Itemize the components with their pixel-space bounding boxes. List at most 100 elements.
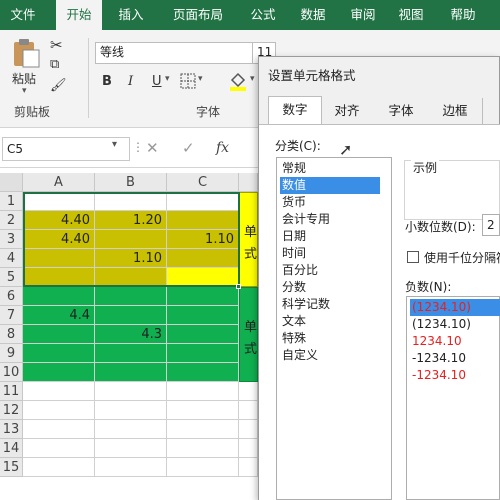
category-item[interactable]: 自定义 xyxy=(280,347,380,364)
tab-number[interactable]: 数字 xyxy=(268,96,322,125)
row-header[interactable]: 10 xyxy=(0,363,23,382)
italic-button[interactable]: I xyxy=(128,74,133,89)
cell-C14[interactable] xyxy=(167,439,239,458)
row-header[interactable]: 6 xyxy=(0,287,23,306)
tab-formulas[interactable]: 公式 xyxy=(240,0,286,30)
cell-A13[interactable] xyxy=(23,420,95,439)
cell-C2[interactable] xyxy=(167,211,239,230)
cell-D11[interactable] xyxy=(239,382,258,401)
cell-C15[interactable] xyxy=(167,458,239,477)
cell-A9[interactable] xyxy=(23,344,95,363)
font-name-select[interactable]: 等线 xyxy=(95,42,255,64)
tab-page-layout[interactable]: 页面布局 xyxy=(160,0,236,30)
category-item[interactable]: 分数 xyxy=(280,279,380,296)
decimal-places-input[interactable]: 2 xyxy=(482,214,500,236)
cell-C13[interactable] xyxy=(167,420,239,439)
cell-C3[interactable]: 1.10 xyxy=(167,230,239,249)
paste-button[interactable]: 粘贴 ▾ xyxy=(8,36,44,96)
category-item[interactable]: 特殊 xyxy=(280,330,380,347)
tab-insert[interactable]: 插入 xyxy=(108,0,154,30)
column-header[interactable]: B xyxy=(95,173,167,192)
column-header[interactable] xyxy=(239,173,258,192)
cell-B15[interactable] xyxy=(95,458,167,477)
negative-format-item[interactable]: (1234.10) xyxy=(410,316,500,333)
row-header[interactable]: 12 xyxy=(0,401,23,420)
tab-overflow[interactable] xyxy=(482,98,500,124)
thousands-separator-checkbox[interactable] xyxy=(407,251,419,263)
merged-cell-yellow[interactable]: 单 式 xyxy=(239,192,258,287)
cell-B11[interactable] xyxy=(95,382,167,401)
tab-help[interactable]: 帮助 xyxy=(440,0,486,30)
row-header[interactable]: 15 xyxy=(0,458,23,477)
cell-A14[interactable] xyxy=(23,439,95,458)
negative-format-item[interactable]: 1234.10 xyxy=(410,333,500,350)
column-header[interactable]: C xyxy=(167,173,239,192)
cell-C1[interactable] xyxy=(167,192,239,211)
negative-format-item[interactable]: -1234.10 xyxy=(410,350,500,367)
tab-home[interactable]: 开始 xyxy=(56,0,102,30)
cell-A11[interactable] xyxy=(23,382,95,401)
category-item[interactable]: 文本 xyxy=(280,313,380,330)
cell-D13[interactable] xyxy=(239,420,258,439)
cell-B6[interactable] xyxy=(95,287,167,306)
cell-C4[interactable] xyxy=(167,249,239,268)
tab-alignment[interactable]: 对齐 xyxy=(324,98,370,124)
tab-border[interactable]: 边框 xyxy=(432,98,478,124)
cell-B8[interactable]: 4.3 xyxy=(95,325,167,344)
row-header[interactable]: 3 xyxy=(0,230,23,249)
cell-C11[interactable] xyxy=(167,382,239,401)
cell-B9[interactable] xyxy=(95,344,167,363)
category-item[interactable]: 货币 xyxy=(280,194,380,211)
cell-A8[interactable] xyxy=(23,325,95,344)
cell-A15[interactable] xyxy=(23,458,95,477)
tab-view[interactable]: 视图 xyxy=(388,0,434,30)
cell-D12[interactable] xyxy=(239,401,258,420)
cell-B10[interactable] xyxy=(95,363,167,382)
chevron-down-icon[interactable]: ▾ xyxy=(198,74,203,84)
chevron-down-icon[interactable]: ▾ xyxy=(250,74,255,84)
fill-handle[interactable] xyxy=(236,284,241,289)
column-header[interactable]: A xyxy=(23,173,95,192)
cell-A10[interactable] xyxy=(23,363,95,382)
cell-C12[interactable] xyxy=(167,401,239,420)
category-item[interactable]: 日期 xyxy=(280,228,380,245)
category-item[interactable]: 时间 xyxy=(280,245,380,262)
borders-icon[interactable] xyxy=(180,73,196,92)
row-header[interactable]: 5 xyxy=(0,268,23,287)
underline-button[interactable]: U xyxy=(152,74,162,89)
copy-icon[interactable]: ⧉ xyxy=(50,57,59,72)
row-header[interactable]: 11 xyxy=(0,382,23,401)
row-header[interactable]: 1 xyxy=(0,192,23,211)
cell-B7[interactable] xyxy=(95,306,167,325)
cell-A1[interactable] xyxy=(23,192,95,211)
cell-D14[interactable] xyxy=(239,439,258,458)
fill-color-icon[interactable] xyxy=(228,71,248,94)
cell-B12[interactable] xyxy=(95,401,167,420)
row-header[interactable]: 4 xyxy=(0,249,23,268)
cell-C10[interactable] xyxy=(167,363,239,382)
category-item[interactable]: 百分比 xyxy=(280,262,380,279)
cell-B13[interactable] xyxy=(95,420,167,439)
cell-A5[interactable] xyxy=(23,268,95,287)
cell-A12[interactable] xyxy=(23,401,95,420)
cell-A4[interactable] xyxy=(23,249,95,268)
negative-format-item[interactable]: (1234.10) xyxy=(410,299,500,316)
cell-C8[interactable] xyxy=(167,325,239,344)
enter-icon[interactable]: ✓ xyxy=(182,139,195,157)
tab-data[interactable]: 数据 xyxy=(290,0,336,30)
cell-B5[interactable] xyxy=(95,268,167,287)
category-item[interactable]: 常规 xyxy=(280,160,380,177)
tab-file[interactable]: 文件 xyxy=(0,0,46,30)
cell-A2[interactable]: 4.40 xyxy=(23,211,95,230)
cell-A7[interactable]: 4.4 xyxy=(23,306,95,325)
bold-button[interactable]: B xyxy=(102,74,112,89)
row-header[interactable]: 8 xyxy=(0,325,23,344)
cell-C9[interactable] xyxy=(167,344,239,363)
cell-B1[interactable] xyxy=(95,192,167,211)
cell-B2[interactable]: 1.20 xyxy=(95,211,167,230)
name-box[interactable]: C5 xyxy=(2,137,130,161)
format-painter-icon[interactable]: 🖌 xyxy=(50,78,67,93)
cell-B3[interactable] xyxy=(95,230,167,249)
category-item[interactable]: 会计专用 xyxy=(280,211,380,228)
cell-A6[interactable] xyxy=(23,287,95,306)
